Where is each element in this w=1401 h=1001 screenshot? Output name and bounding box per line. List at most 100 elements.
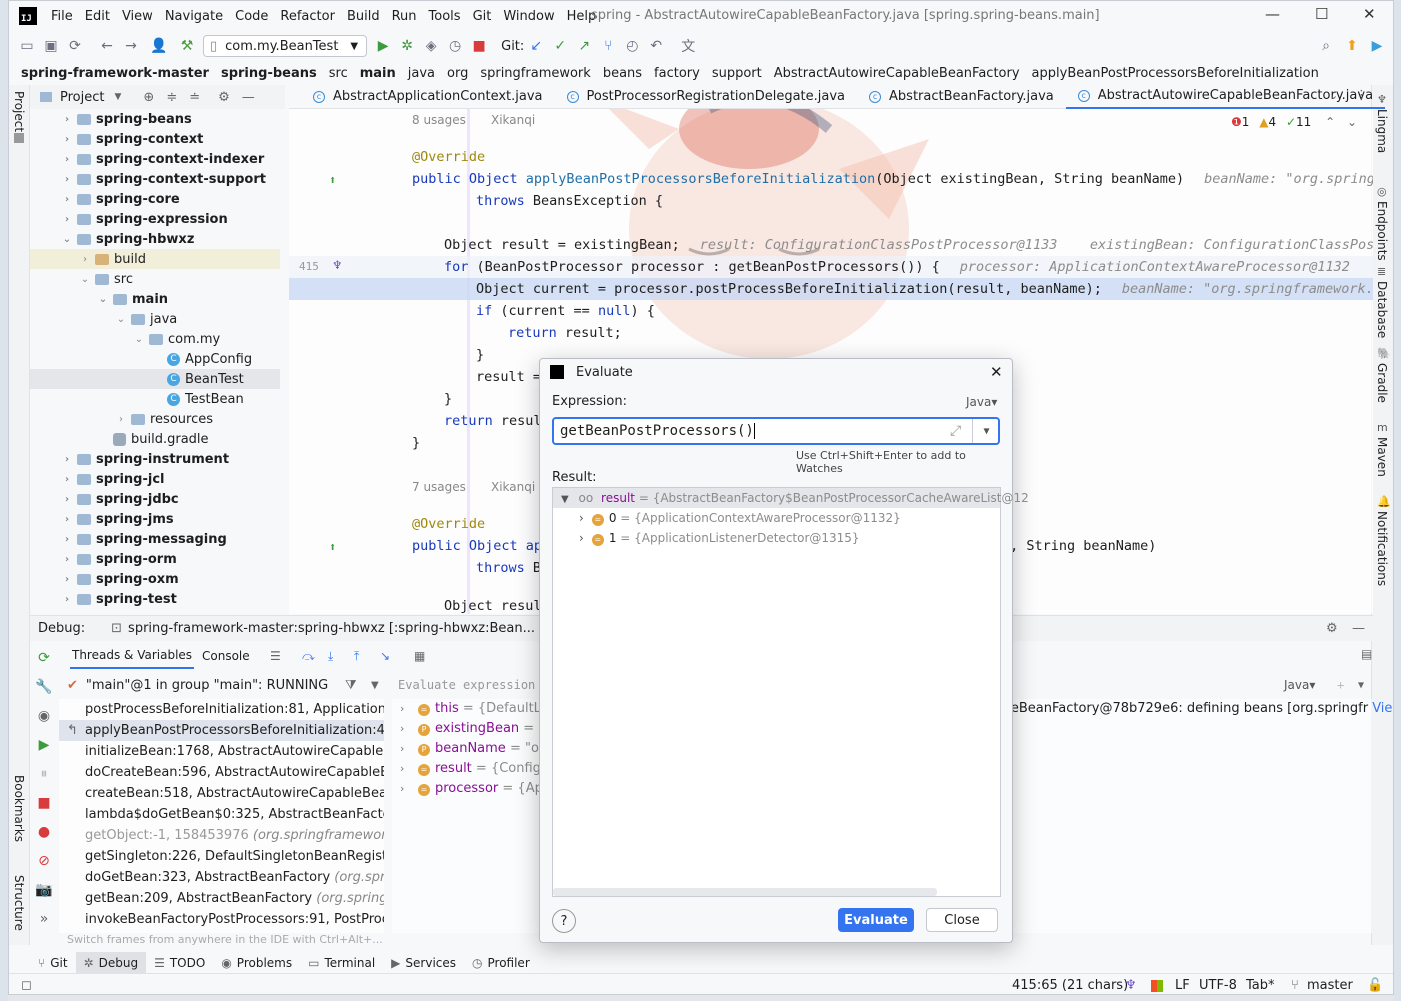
tree-item[interactable]: C AppConfig	[30, 349, 280, 369]
breadcrumb-item[interactable]: beans	[603, 66, 642, 81]
tool-window-todo[interactable]: ☰ TODO	[146, 952, 213, 974]
translate-icon[interactable]: 文	[676, 35, 700, 57]
step-into-icon[interactable]: ⤓	[328, 649, 333, 664]
tool-window-profiler[interactable]: ◷ Profiler	[464, 952, 538, 974]
stack-frame[interactable]: getObject:-1, 158453976 (org.springframe…	[59, 825, 384, 846]
tabs-overflow-chevron-icon[interactable]: ⌄	[1329, 89, 1338, 102]
lingma-status-icon[interactable]: ♆	[1125, 978, 1137, 993]
tree-item[interactable]: ⌄ spring-hbwxz	[30, 229, 280, 249]
sync-icon[interactable]: ⟳	[63, 35, 87, 57]
breadcrumb-item[interactable]: src	[329, 66, 348, 81]
git-push-icon[interactable]: ↗	[572, 35, 596, 57]
chevron-down-icon[interactable]: ⌄	[114, 314, 128, 325]
chevron-right-icon[interactable]: ›	[60, 594, 74, 605]
chevron-right-icon[interactable]: ›	[60, 514, 74, 525]
editor-tab[interactable]: c AbstractApplicationContext.java	[301, 85, 555, 109]
project-tool-button[interactable]: Project	[12, 91, 26, 132]
console-tab[interactable]: Console	[202, 649, 250, 663]
more-options-icon[interactable]: ⋮	[1355, 88, 1368, 103]
chevron-right-icon[interactable]: ›	[60, 114, 74, 125]
close-icon[interactable]: ✕	[990, 363, 1003, 381]
breadcrumb-item[interactable]: spring-framework-master	[21, 66, 209, 81]
git-branch[interactable]: master	[1307, 978, 1353, 993]
project-panel-title[interactable]: Project	[60, 90, 104, 105]
gear-icon[interactable]: ⚙	[218, 90, 230, 105]
tree-item[interactable]: › spring-jdbc	[30, 489, 280, 509]
prev-highlight-icon[interactable]: ⌃	[1325, 115, 1335, 129]
override-gutter-icon-2[interactable]: ⬆	[329, 540, 336, 554]
git-commit-icon[interactable]: ✓	[548, 35, 572, 57]
frames-list[interactable]: postProcessBeforeInitialization:81, Appl…	[59, 699, 384, 933]
step-over-icon[interactable]: ⤼	[302, 649, 315, 664]
tree-item[interactable]: › spring-context-indexer	[30, 149, 280, 169]
chevron-right-icon[interactable]: ›	[114, 414, 128, 425]
lingma-gutter-icon[interactable]: ♆	[333, 258, 341, 274]
chevron-right-icon[interactable]: ›	[579, 531, 584, 545]
override-gutter-icon[interactable]: ⬆	[329, 173, 336, 187]
hide-icon[interactable]: —	[242, 90, 255, 105]
tree-item[interactable]: › spring-oxm	[30, 569, 280, 589]
chevron-right-icon[interactable]: ›	[60, 474, 74, 485]
chevron-right-icon[interactable]: ›	[60, 494, 74, 505]
tree-item[interactable]: › spring-jcl	[30, 469, 280, 489]
breakpoints-icon[interactable]: ●	[30, 817, 58, 846]
encoding[interactable]: UTF-8	[1199, 978, 1237, 993]
tree-item[interactable]: ⌄ src	[30, 269, 280, 289]
next-highlight-icon[interactable]: ⌄	[1347, 115, 1357, 129]
tool-button-notifications[interactable]: Notifications	[1375, 511, 1389, 586]
menu-file[interactable]: File	[51, 9, 73, 24]
debug-session-tab[interactable]: spring-framework-master:spring-hbwxz [:s…	[128, 621, 535, 636]
tree-item[interactable]: ⌄ java	[30, 309, 280, 329]
tool-button-maven[interactable]: Maven	[1375, 437, 1389, 477]
chevron-right-icon[interactable]: ›	[60, 194, 74, 205]
thread-selector[interactable]: ✔ "main"@1 in group "main": RUNNING ⧩ ▼	[67, 674, 385, 696]
chevron-down-icon[interactable]: ⌄	[60, 234, 74, 245]
expand-all-icon[interactable]: ≑	[166, 90, 177, 105]
menu-git[interactable]: Git	[473, 9, 492, 24]
result-root-row[interactable]: ▼ oo result = {AbstractBeanFactory$BeanP…	[553, 488, 1029, 508]
expand-icon[interactable]: ⤢	[950, 423, 961, 439]
run-to-cursor-icon[interactable]: ↘	[380, 649, 390, 663]
chevron-right-icon[interactable]: ›	[60, 574, 74, 585]
lang-select[interactable]: Java▾	[1284, 678, 1315, 692]
tool-button-gradle[interactable]: Gradle	[1375, 363, 1389, 403]
tree-item[interactable]: › spring-test	[30, 589, 280, 609]
breadcrumb-item[interactable]: org	[447, 66, 468, 81]
menu-run[interactable]: Run	[392, 9, 417, 24]
expression-input[interactable]: getBeanPostProcessors() ⤢ ▼	[552, 417, 1000, 445]
chevron-down-icon[interactable]: ⌄	[96, 294, 110, 305]
menu-navigate[interactable]: Navigate	[165, 9, 223, 24]
close-window-icon[interactable]: ✕	[1363, 5, 1376, 23]
jetbrains-ai-icon[interactable]: ▶	[1365, 35, 1389, 57]
chevron-right-icon[interactable]: ›	[60, 454, 74, 465]
breadcrumb-item[interactable]: applyBeanPostProcessorsBeforeInitializat…	[1032, 66, 1319, 81]
pause-icon[interactable]: ⏸	[30, 759, 58, 788]
profile-icon[interactable]: ◷	[443, 35, 467, 57]
stack-frame[interactable]: doGetBean:323, AbstractBeanFactory (org.…	[59, 867, 384, 888]
tree-item[interactable]: ⌄ main	[30, 289, 280, 309]
collapse-all-icon[interactable]: ≐	[189, 90, 200, 105]
tree-item[interactable]: › resources	[30, 409, 280, 429]
structure-tool-button[interactable]: Structure	[12, 875, 26, 931]
stack-frame[interactable]: getSingleton:226, DefaultSingletonBeanRe…	[59, 846, 384, 867]
filter-icon[interactable]: ⧩	[345, 678, 357, 693]
chevron-right-icon[interactable]: ›	[60, 134, 74, 145]
dialog-lang-select[interactable]: Java▾	[966, 395, 997, 409]
chevron-down-icon[interactable]: ▼	[114, 92, 121, 102]
search-icon[interactable]: ⌕	[1314, 35, 1338, 57]
caret-position[interactable]: 415:65 (21 chars)	[1012, 978, 1128, 993]
menu-build[interactable]: Build	[347, 9, 380, 24]
user-icon[interactable]: 👤	[147, 35, 171, 57]
gear-icon[interactable]: ⚙	[1326, 621, 1338, 636]
breadcrumb-item[interactable]: spring-beans	[221, 66, 317, 81]
tree-item[interactable]: ⌄ com.my	[30, 329, 280, 349]
horizontal-scrollbar[interactable]	[553, 888, 937, 896]
threads-variables-tab[interactable]: Threads & Variables	[70, 643, 195, 669]
chevron-right-icon[interactable]: ›	[579, 511, 584, 525]
run-config-select[interactable]: ▯ com.my.BeanTest ▼	[203, 35, 368, 57]
result-item[interactable]: › = 0 = {ApplicationContextAwareProcessor@…	[553, 508, 1000, 528]
tree-item[interactable]: › spring-beans	[30, 109, 280, 129]
coverage-icon[interactable]: ◈	[419, 35, 443, 57]
tree-item[interactable]: C BeanTest	[30, 369, 280, 389]
tree-item[interactable]: › spring-context-support	[30, 169, 280, 189]
